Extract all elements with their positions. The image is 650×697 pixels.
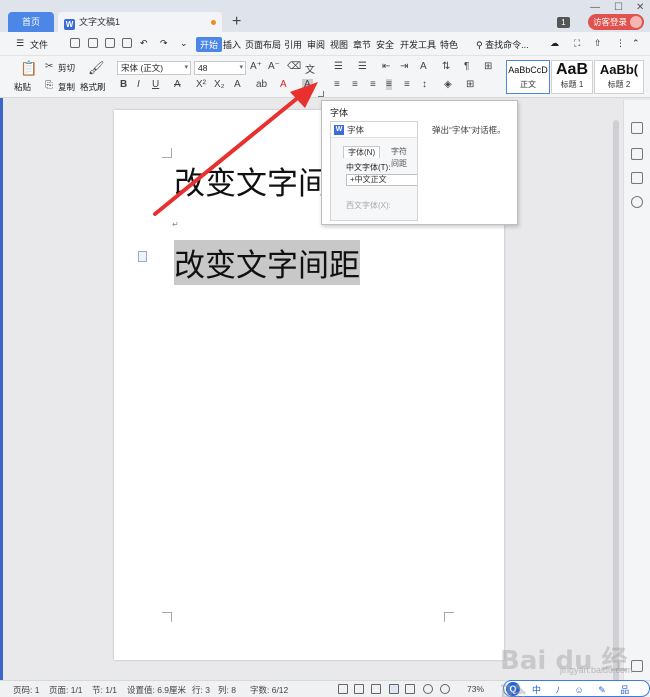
status-word-count[interactable]: 字数: 6/12 <box>250 684 288 696</box>
settings-sliders-icon[interactable] <box>631 172 643 184</box>
status-column[interactable]: 列: 8 <box>218 684 236 696</box>
help-icon[interactable] <box>631 196 643 208</box>
arrow-shaft <box>153 94 302 216</box>
vertical-scrollbar[interactable] <box>611 100 621 697</box>
scrollbar-thumb[interactable] <box>613 120 619 697</box>
red-arrow-annotation <box>153 82 318 216</box>
fullscreen-icon[interactable] <box>338 684 348 694</box>
eye-protect-icon[interactable] <box>440 684 450 694</box>
status-pages[interactable]: 页面: 1/1 <box>49 684 83 696</box>
arrow-head <box>290 82 318 108</box>
cursor-icon[interactable] <box>631 148 643 160</box>
watermark-url: jingyan.baidu.com <box>560 665 633 675</box>
status-setting[interactable]: 设置值: 6.9厘米 <box>127 684 186 696</box>
write-mode-icon[interactable] <box>371 684 381 694</box>
read-mode-icon[interactable] <box>354 684 364 694</box>
status-section[interactable]: 节: 1/1 <box>92 684 117 696</box>
web-view-icon[interactable] <box>423 684 433 694</box>
status-page-number[interactable]: 页码: 1 <box>13 684 39 696</box>
outline-view-icon[interactable] <box>405 684 415 694</box>
page-view-icon[interactable] <box>389 684 399 694</box>
status-row[interactable]: 行: 3 <box>192 684 210 696</box>
zoom-level[interactable]: 73% <box>467 684 484 694</box>
pen-icon[interactable] <box>631 122 643 134</box>
right-sidebar <box>623 100 650 680</box>
